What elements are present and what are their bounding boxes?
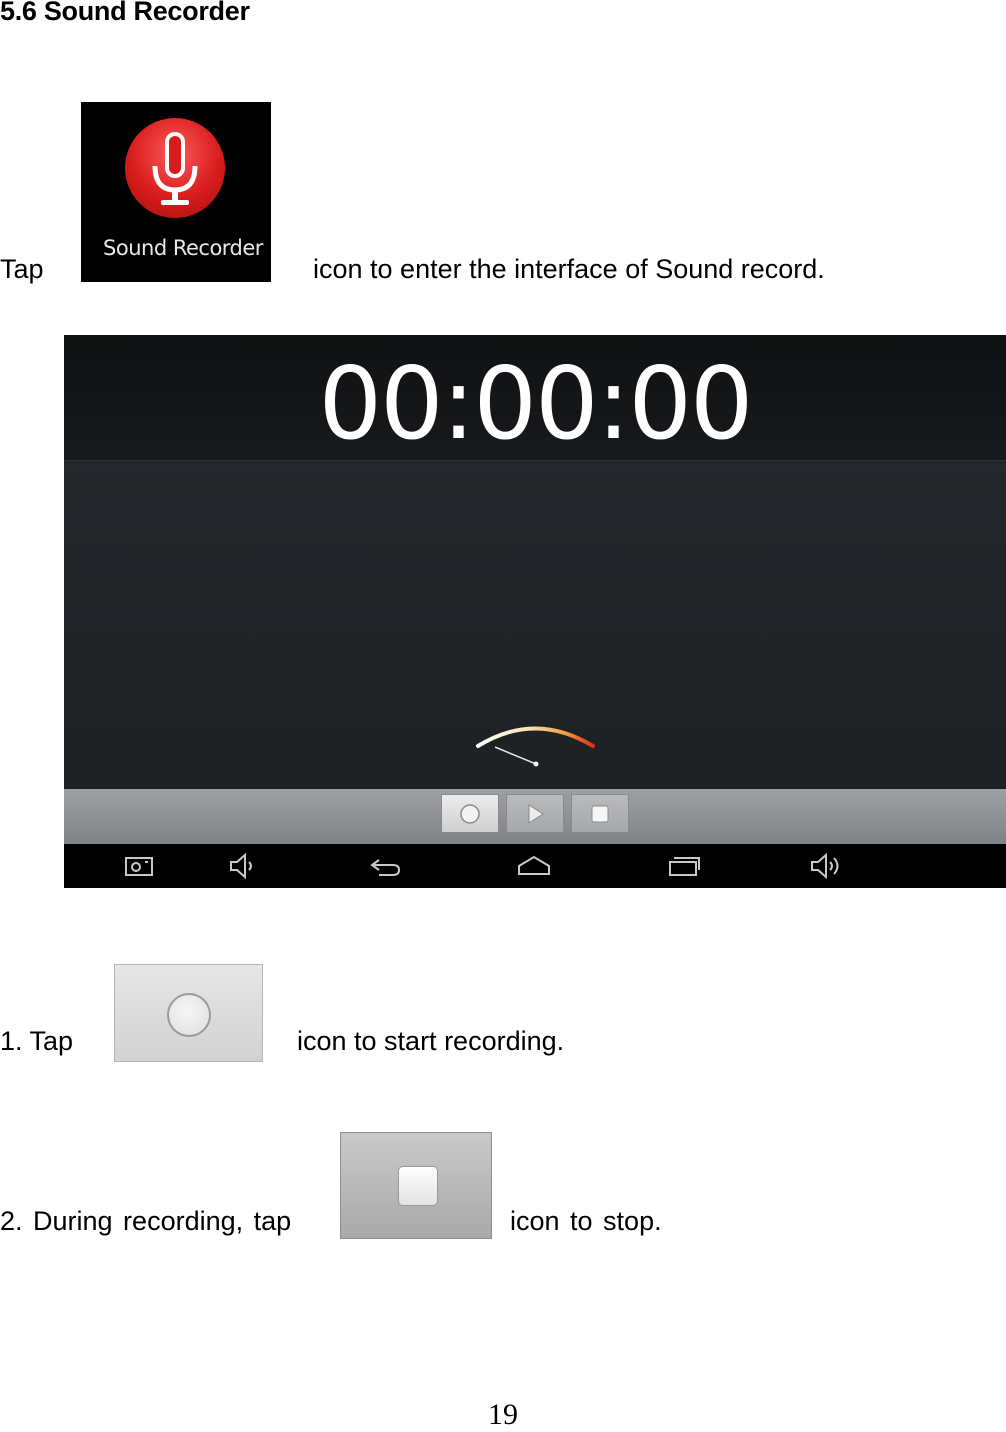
recording-timer: 00:00:00	[318, 345, 753, 462]
step1-prefix: 1. Tap	[0, 1026, 74, 1056]
vu-meter-icon	[476, 726, 595, 767]
step2-prefix: 2. During recording, tap	[0, 1206, 292, 1236]
home-icon[interactable]	[516, 852, 552, 880]
meter-area	[64, 461, 1006, 789]
section-heading: 5.6 Sound Recorder	[0, 0, 250, 26]
record-button[interactable]	[441, 794, 499, 833]
timer-bar: 00:00:00	[64, 335, 1006, 462]
page-number: 19	[488, 1398, 518, 1431]
step2-suffix: icon to stop.	[510, 1206, 662, 1236]
volume-up-icon[interactable]	[809, 852, 843, 880]
control-bar	[64, 789, 1006, 844]
stop-button[interactable]	[571, 794, 629, 833]
stop-button-image	[340, 1132, 492, 1239]
volume-down-icon[interactable]	[228, 852, 258, 880]
sound-recorder-app-icon: Sound Recorder	[81, 102, 271, 282]
intro-suffix: icon to enter the interface of Sound rec…	[313, 254, 825, 284]
step1-suffix: icon to start recording.	[297, 1026, 565, 1056]
recent-apps-icon[interactable]	[667, 852, 701, 880]
app-icon-label: Sound Recorder	[103, 236, 263, 260]
intro-prefix: Tap	[0, 254, 44, 284]
record-icon	[167, 993, 211, 1037]
screenshot-icon[interactable]	[124, 852, 154, 880]
stop-icon	[398, 1166, 438, 1206]
play-button[interactable]	[506, 794, 564, 833]
microphone-icon	[125, 118, 225, 218]
recorder-screenshot: 00:00:00	[64, 335, 1006, 888]
record-button-image	[114, 964, 263, 1062]
system-nav-bar	[64, 844, 1006, 888]
back-icon[interactable]	[369, 852, 403, 880]
